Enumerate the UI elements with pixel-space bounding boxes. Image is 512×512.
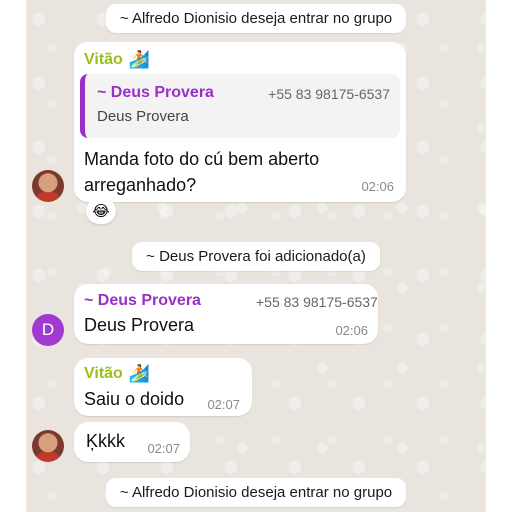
reaction-badge[interactable]: 😂: [86, 198, 116, 224]
sender-name[interactable]: ~ Deus Provera: [84, 292, 201, 310]
message-text-line: Manda foto do cú bem aberto: [84, 149, 320, 169]
system-message-join-request: ~ Alfredo Dionisio deseja entrar no grup…: [105, 478, 407, 507]
avatar-letter: D: [41, 320, 55, 339]
message-text: Deus Provera: [84, 315, 195, 335]
message-time: 02:07: [147, 441, 180, 456]
quoted-author: ~ Deus Provera: [97, 84, 214, 101]
sender-name[interactable]: Vitão: [84, 51, 123, 69]
sender-phone: +55 83 98175-6537: [256, 294, 378, 310]
surfer-emoji-icon: 🏄: [128, 364, 150, 383]
message-bubble[interactable]: Vitão 🏄 Saiu o doido 02:07: [74, 358, 252, 416]
quoted-message[interactable]: ~ Deus Provera +55 83 98175-6537 Deus Pr…: [80, 74, 400, 138]
message-bubble[interactable]: Ķkkk 02:07: [74, 422, 190, 462]
message-time: 02:07: [207, 397, 240, 412]
sender-name[interactable]: Vitão: [84, 365, 123, 383]
message-bubble[interactable]: Vitão 🏄 ~ Deus Provera +55 83 98175-6537…: [74, 42, 406, 202]
system-message-text: ~ Alfredo Dionisio deseja entrar no grup…: [119, 10, 393, 27]
avatar[interactable]: [32, 430, 64, 462]
chat-area: ~ Alfredo Dionisio deseja entrar no grup…: [26, 0, 486, 512]
system-message-text: ~ Alfredo Dionisio deseja entrar no grup…: [119, 484, 393, 501]
quoted-text: Deus Provera: [97, 108, 189, 125]
message-time: 02:06: [361, 179, 394, 194]
system-message-text: ~ Deus Provera foi adicionado(a): [146, 248, 366, 265]
message-text: Saiu o doido: [84, 389, 185, 409]
system-message-added: ~ Deus Provera foi adicionado(a): [132, 242, 380, 271]
message-time: 02:06: [335, 323, 368, 338]
avatar[interactable]: D: [32, 314, 64, 346]
message-text: Manda foto do cú bem aberto arreganhado?: [84, 146, 319, 198]
sender-row: Vitão 🏄: [84, 50, 150, 70]
quoted-phone: +55 83 98175-6537: [268, 86, 390, 102]
message-text-line: arreganhado?: [84, 175, 197, 195]
system-message-join-request: ~ Alfredo Dionisio deseja entrar no grup…: [105, 4, 407, 33]
message-bubble[interactable]: ~ Deus Provera +55 83 98175-6537 Deus Pr…: [74, 284, 378, 344]
avatar[interactable]: [32, 170, 64, 202]
sender-row: Vitão 🏄: [84, 364, 150, 384]
surfer-emoji-icon: 🏄: [128, 50, 150, 69]
laughing-emoji-icon: 😂: [92, 203, 110, 220]
message-text: Ķkkk: [86, 431, 126, 451]
